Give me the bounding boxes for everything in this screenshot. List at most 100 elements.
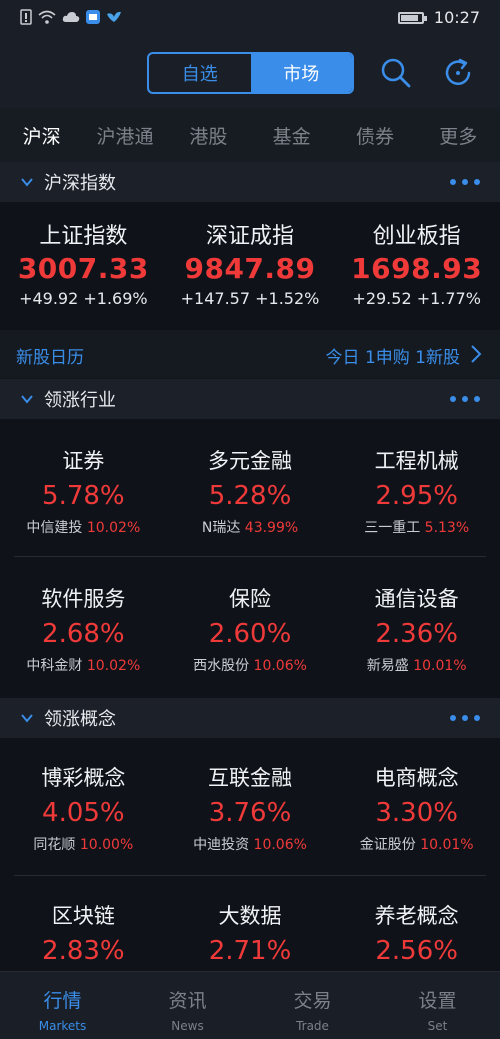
nav-sublabel: Markets bbox=[38, 1019, 87, 1033]
index-value: 9847.89 bbox=[184, 252, 316, 285]
leading-stock-change: 10.02% bbox=[86, 520, 141, 536]
chevron-right-icon[interactable] bbox=[470, 344, 482, 364]
leading-stock: N瑞达 43.99% bbox=[167, 517, 334, 537]
industry-change: 2.68% bbox=[42, 619, 125, 649]
index-name: 上证指数 bbox=[39, 224, 128, 249]
tab-bonds[interactable]: 债券 bbox=[333, 122, 416, 149]
section-title: 领涨行业 bbox=[44, 390, 116, 411]
leading-stock: 同花顺 10.00% bbox=[0, 834, 167, 854]
nav-news[interactable]: 资讯 News bbox=[125, 972, 250, 1039]
index-name: 深证成指 bbox=[206, 224, 295, 249]
chevron-down-icon[interactable] bbox=[20, 392, 34, 406]
clock: 10:27 bbox=[433, 8, 480, 27]
more-options-icon[interactable] bbox=[450, 179, 480, 185]
industry-name: 保险 bbox=[229, 587, 271, 611]
nav-trade[interactable]: 交易 Trade bbox=[250, 972, 375, 1039]
nav-sublabel: Set bbox=[427, 1019, 448, 1033]
tab-stock-connect[interactable]: 沪港通 bbox=[83, 122, 166, 149]
nav-markets[interactable]: 行情 Markets bbox=[0, 972, 125, 1039]
section-title: 沪深指数 bbox=[44, 173, 116, 194]
index-card[interactable]: 深证成指 9847.89 +147.57 +1.52% bbox=[167, 202, 334, 308]
concept-change: 3.76% bbox=[208, 798, 292, 828]
concept-change: 2.56% bbox=[375, 936, 458, 966]
concept-panel: 博彩概念 4.05% 同花顺 10.00% 互联金融 3.76% 中迪投资 10… bbox=[0, 738, 500, 971]
leading-stock: 新易盛 10.01% bbox=[333, 655, 500, 675]
leading-stock: 中信建投 10.02% bbox=[0, 517, 167, 537]
industry-card[interactable]: 通信设备 2.36% 新易盛 10.01% bbox=[333, 583, 500, 675]
refresh-icon[interactable] bbox=[442, 57, 474, 89]
concept-card[interactable]: 大数据 2.71% bbox=[167, 900, 334, 966]
nav-sublabel: Trade bbox=[296, 1019, 329, 1033]
leading-stock-name: 中科金财 bbox=[26, 658, 83, 674]
index-change: +29.52 +1.77% bbox=[352, 289, 481, 308]
leading-stock-change: 5.13% bbox=[424, 520, 470, 536]
leading-stock-change: 10.00% bbox=[79, 837, 134, 853]
status-bar: 10:27 bbox=[0, 0, 500, 38]
ipo-calendar-label: 新股日历 bbox=[16, 348, 84, 368]
more-options-icon[interactable] bbox=[450, 396, 480, 402]
industry-name: 通信设备 bbox=[374, 587, 459, 611]
tab-more[interactable]: 更多 bbox=[417, 122, 500, 149]
leading-stock-name: 金证股份 bbox=[359, 837, 416, 853]
chevron-down-icon[interactable] bbox=[20, 711, 34, 725]
concept-card[interactable]: 博彩概念 4.05% 同花顺 10.00% bbox=[0, 762, 167, 854]
search-icon[interactable] bbox=[380, 57, 412, 89]
industry-card[interactable]: 工程机械 2.95% 三一重工 5.13% bbox=[333, 445, 500, 537]
industry-change: 2.60% bbox=[208, 619, 292, 649]
index-value: 3007.33 bbox=[17, 252, 149, 285]
concept-section-header[interactable]: 领涨概念 bbox=[0, 698, 500, 738]
tab-funds[interactable]: 基金 bbox=[250, 122, 333, 149]
nav-label: 设置 bbox=[418, 990, 457, 1012]
industry-change: 5.28% bbox=[208, 481, 292, 511]
industry-section-header[interactable]: 领涨行业 bbox=[0, 379, 500, 419]
tab-shanghai-shenzhen[interactable]: 沪深 bbox=[0, 122, 83, 149]
concept-card[interactable]: 区块链 2.83% bbox=[0, 900, 167, 966]
leading-stock: 金证股份 10.01% bbox=[333, 834, 500, 854]
industry-card[interactable]: 多元金融 5.28% N瑞达 43.99% bbox=[167, 445, 334, 537]
tab-hk-stocks[interactable]: 港股 bbox=[167, 122, 250, 149]
concept-name: 区块链 bbox=[51, 904, 115, 928]
market-tabs: 沪深 沪港通 港股 基金 债券 更多 bbox=[0, 108, 500, 162]
more-options-icon[interactable] bbox=[450, 715, 480, 721]
wifi-icon bbox=[38, 10, 56, 24]
industry-card[interactable]: 证券 5.78% 中信建投 10.02% bbox=[0, 445, 167, 537]
index-change: +147.57 +1.52% bbox=[180, 289, 320, 308]
index-value: 1698.93 bbox=[351, 252, 483, 285]
industry-card[interactable]: 保险 2.60% 西水股份 10.06% bbox=[167, 583, 334, 675]
industry-name: 证券 bbox=[62, 449, 105, 473]
ipo-calendar-row[interactable]: 新股日历 今日 1申购 1新股 bbox=[0, 330, 500, 378]
tab-market[interactable]: 市场 bbox=[250, 54, 352, 92]
industry-card[interactable]: 软件服务 2.68% 中科金财 10.02% bbox=[0, 583, 167, 675]
chevron-down-icon[interactable] bbox=[20, 175, 34, 189]
bottom-nav: 行情 Markets 资讯 News 交易 Trade 设置 Set bbox=[0, 971, 500, 1039]
divider bbox=[14, 556, 486, 557]
nav-label: 资讯 bbox=[168, 990, 207, 1012]
leading-stock-name: 中迪投资 bbox=[193, 837, 250, 853]
industry-name: 工程机械 bbox=[374, 449, 459, 473]
concept-change: 2.71% bbox=[208, 936, 292, 966]
leading-stock: 三一重工 5.13% bbox=[333, 517, 500, 537]
tab-watchlist[interactable]: 自选 bbox=[149, 54, 251, 92]
concept-name: 博彩概念 bbox=[41, 766, 126, 790]
index-card[interactable]: 上证指数 3007.33 +49.92 +1.69% bbox=[0, 202, 167, 308]
index-card[interactable]: 创业板指 1698.93 +29.52 +1.77% bbox=[333, 202, 500, 308]
concept-card[interactable]: 互联金融 3.76% 中迪投资 10.06% bbox=[167, 762, 334, 854]
section-title: 领涨概念 bbox=[44, 709, 116, 730]
leading-stock-change: 10.02% bbox=[86, 658, 141, 674]
nav-settings[interactable]: 设置 Set bbox=[375, 972, 500, 1039]
industry-panel: 证券 5.78% 中信建投 10.02% 多元金融 5.28% N瑞达 43.9… bbox=[0, 419, 500, 698]
industry-change: 5.78% bbox=[42, 481, 125, 511]
leading-stock-change: 43.99% bbox=[244, 520, 299, 536]
bird-icon bbox=[107, 11, 121, 22]
indices-panel: 上证指数 3007.33 +49.92 +1.69% 深证成指 9847.89 … bbox=[0, 202, 500, 330]
app-notification-icon bbox=[86, 10, 100, 24]
index-name: 创业板指 bbox=[372, 224, 461, 249]
top-bar: 自选 市场 bbox=[0, 38, 500, 108]
concept-card[interactable]: 电商概念 3.30% 金证股份 10.01% bbox=[333, 762, 500, 854]
leading-stock: 中科金财 10.02% bbox=[0, 655, 167, 675]
concept-card[interactable]: 养老概念 2.56% bbox=[333, 900, 500, 966]
leading-stock-change: 10.06% bbox=[253, 658, 307, 674]
indices-section-header[interactable]: 沪深指数 bbox=[0, 162, 500, 202]
concept-change: 2.83% bbox=[42, 936, 125, 966]
view-switch: 自选 市场 bbox=[147, 52, 354, 94]
